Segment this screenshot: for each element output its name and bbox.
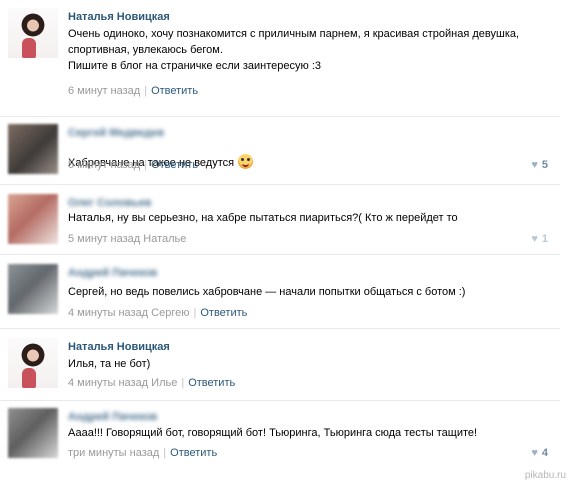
avatar[interactable]: [8, 338, 58, 388]
comment-author[interactable]: Наталья Новицкая: [68, 10, 170, 24]
like-button[interactable]: ♥ 5: [531, 158, 548, 172]
comment-author[interactable]: Андрей Пачеков: [68, 410, 157, 424]
comment-item: Сергей Медведев Хабровчане на такое не в…: [0, 116, 560, 185]
comment-meta: 4 минуты назад Илье | Ответить: [68, 376, 235, 390]
comment-meta: 4 минуты назад Сергею | Ответить: [68, 306, 247, 320]
comment-time: 6 минут назад: [68, 85, 141, 97]
comment-feed: Наталья Новицкая Очень одиноко, хочу поз…: [0, 0, 572, 488]
comment-author[interactable]: Андрей Пачеков: [68, 266, 157, 280]
avatar[interactable]: [8, 408, 58, 458]
avatar[interactable]: [8, 124, 58, 174]
avatar[interactable]: [8, 8, 58, 58]
comment-meta: 6 минут назад | Ответить: [68, 84, 198, 98]
like-count: 5: [541, 159, 548, 171]
heart-icon: ♥: [531, 233, 538, 245]
comment-text: Аааа!!! Говорящий бот, говорящий бот! Ть…: [68, 427, 478, 439]
reply-link[interactable]: Ответить: [188, 377, 235, 389]
comment-item: Олег Соловьев Наталья, ну вы серьезно, н…: [0, 184, 560, 255]
comment-time: 5 минут назад: [68, 159, 141, 171]
comment-author[interactable]: Олег Соловьев: [68, 196, 151, 210]
like-button[interactable]: ♥ 4: [531, 446, 548, 460]
comment-time: три минуты назад: [68, 447, 160, 459]
comment-item: Наталья Новицкая Очень одиноко, хочу поз…: [0, 0, 560, 117]
comment-meta: 5 минут назад Наталье: [68, 232, 186, 246]
comment-time: 5 минут назад Наталье: [68, 233, 187, 245]
reply-link[interactable]: Ответить: [151, 159, 198, 171]
meta-separator: |: [163, 447, 167, 459]
comment-time: 4 минуты назад Сергею: [68, 307, 190, 319]
meta-separator: |: [144, 159, 148, 171]
like-count: 1: [541, 233, 548, 245]
grinning-face-icon: [238, 154, 254, 169]
comment-item: Наталья Новицкая Илья, та не бот) 4 мину…: [0, 328, 560, 401]
comment-item: Андрей Пачеков Аааа!!! Говорящий бот, го…: [0, 400, 560, 488]
comment-text: Очень одиноко, хочу познакомится с прили…: [68, 28, 520, 72]
comment-time: 4 минуты назад Илье: [68, 377, 178, 389]
meta-separator: |: [144, 85, 148, 97]
avatar[interactable]: [8, 264, 58, 314]
comment-author[interactable]: Наталья Новицкая: [68, 340, 170, 354]
like-button[interactable]: ♥ 1: [531, 232, 548, 246]
comment-text: Сергей, но ведь повелись хабровчане — на…: [68, 286, 466, 298]
comment-meta: 5 минут назад | Ответить: [68, 158, 198, 172]
reply-link[interactable]: Ответить: [170, 447, 217, 459]
meta-separator: |: [193, 307, 197, 319]
comment-meta: три минуты назад | Ответить: [68, 446, 217, 460]
heart-icon: ♥: [531, 447, 538, 459]
like-count: 4: [541, 447, 548, 459]
avatar[interactable]: [8, 194, 58, 244]
comment-item: Андрей Пачеков Сергей, но ведь повелись …: [0, 254, 560, 329]
comment-text: Илья, та не бот): [68, 358, 151, 370]
meta-separator: |: [181, 377, 185, 389]
comment-text: Наталья, ну вы серьезно, на хабре пытать…: [68, 212, 458, 224]
reply-link[interactable]: Ответить: [200, 307, 247, 319]
reply-link[interactable]: Ответить: [151, 85, 198, 97]
watermark: pikabu.ru: [524, 470, 566, 481]
heart-icon: ♥: [531, 159, 538, 171]
